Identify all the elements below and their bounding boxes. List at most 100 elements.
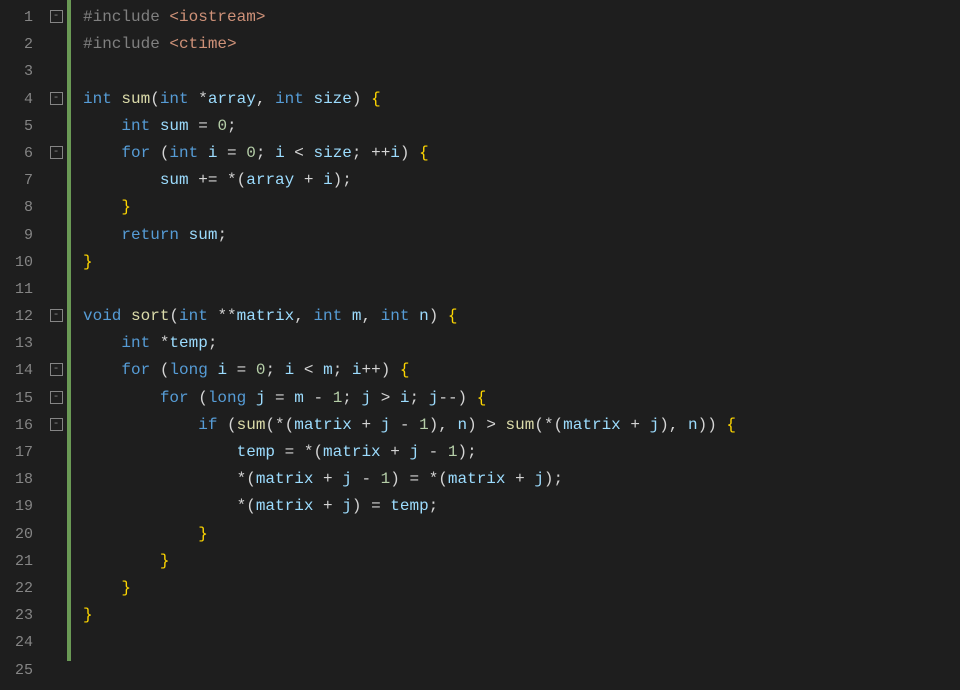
code-line[interactable]: int *temp; [83,330,960,357]
token-param: matrix [563,416,621,434]
token-punct [83,171,160,189]
code-line[interactable]: return sum; [83,222,960,249]
token-punct [83,117,121,135]
token-punct: ( [189,389,208,407]
token-punct: , [294,307,313,325]
code-content-area[interactable]: #include <iostream>#include <ctime>int s… [75,0,960,690]
token-bracket: } [83,253,93,271]
line-number: 1 [16,9,45,26]
token-var: j [381,416,391,434]
token-punct: - [390,416,419,434]
fold-collapse-icon[interactable]: - [50,418,63,431]
token-type: int [121,334,159,352]
fold-collapse-icon[interactable]: - [50,391,63,404]
token-punct [179,226,189,244]
code-line[interactable]: for (long j = m - 1; j > i; j--) { [83,385,960,412]
token-punct: ( [150,90,160,108]
token-var: temp [169,334,207,352]
fold-collapse-icon[interactable]: - [50,146,63,159]
code-line[interactable]: for (int i = 0; i < size; ++i) { [83,140,960,167]
token-var: temp [237,443,275,461]
line-number: 11 [7,281,45,298]
token-punct: + [313,497,342,515]
token-type: int [83,90,121,108]
code-line[interactable]: } [83,602,960,629]
code-line[interactable]: } [83,194,960,221]
line-number: 16 [7,417,45,434]
token-pp: #include [83,35,169,53]
code-line[interactable] [83,276,960,303]
fold-collapse-icon[interactable]: - [50,10,63,23]
token-pp: #include [83,8,169,26]
code-line[interactable]: temp = *(matrix + j - 1); [83,439,960,466]
line-number: 9 [16,227,45,244]
code-line[interactable]: int sum = 0; [83,113,960,140]
token-inc: <ctime> [169,35,236,53]
line-number: 13 [7,335,45,352]
token-var: j [429,389,439,407]
token-punct: = [217,144,246,162]
line-number: 24 [7,634,45,651]
code-line[interactable]: if (sum(*(matrix + j - 1), n) > sum(*(ma… [83,412,960,439]
token-param: matrix [237,307,295,325]
line-number: 19 [7,498,45,515]
token-var: i [323,171,333,189]
token-param: m [323,361,333,379]
code-line[interactable] [83,629,960,656]
token-punct: ) [429,307,448,325]
token-num: 1 [381,470,391,488]
code-line[interactable]: *(matrix + j) = temp; [83,493,960,520]
token-param: matrix [294,416,352,434]
token-punct [83,389,160,407]
line-number: 12 [7,308,45,325]
token-bracket: } [160,552,170,570]
code-line[interactable]: } [83,575,960,602]
token-type: int [275,90,313,108]
token-func: sum [506,416,535,434]
token-num: 1 [448,443,458,461]
token-punct: --) [438,389,476,407]
code-line[interactable]: int sum(int *array, int size) { [83,86,960,113]
token-punct: ) = [352,497,390,515]
code-line[interactable]: for (long i = 0; i < m; i++) { [83,357,960,384]
token-var: j [256,389,266,407]
token-punct: < [294,361,323,379]
code-line[interactable]: } [83,521,960,548]
code-line[interactable]: } [83,249,960,276]
code-line[interactable] [83,657,960,684]
token-punct: ) [352,90,371,108]
token-var: i [208,144,218,162]
code-line[interactable]: #include <ctime> [83,31,960,58]
token-punct: > [371,389,400,407]
token-punct: ; [342,389,361,407]
token-punct: ; [217,226,227,244]
token-punct: - [419,443,448,461]
token-punct: + [352,416,381,434]
code-line[interactable]: *(matrix + j - 1) = *(matrix + j); [83,466,960,493]
token-punct: ; [265,361,284,379]
token-punct: ( [169,307,179,325]
code-line[interactable]: #include <iostream> [83,4,960,31]
token-num: 0 [246,144,256,162]
fold-collapse-icon[interactable]: - [50,92,63,105]
token-var: i [400,389,410,407]
token-punct: ++) [362,361,400,379]
token-param: array [246,171,294,189]
line-number: 17 [7,444,45,461]
fold-collapse-icon[interactable]: - [50,363,63,376]
token-num: 0 [217,117,227,135]
line-number: 8 [16,199,45,216]
fold-collapse-icon[interactable]: - [50,309,63,322]
token-punct: ( [217,416,236,434]
token-punct: )) [698,416,727,434]
code-line[interactable] [83,58,960,85]
token-param: m [294,389,304,407]
code-line[interactable]: sum += *(array + i); [83,167,960,194]
token-punct: ( [150,361,169,379]
line-number: 15 [7,390,45,407]
token-op: * [160,334,170,352]
token-bracket: { [371,90,381,108]
token-punct: ; [227,117,237,135]
code-line[interactable]: void sort(int **matrix, int m, int n) { [83,303,960,330]
code-line[interactable]: } [83,548,960,575]
